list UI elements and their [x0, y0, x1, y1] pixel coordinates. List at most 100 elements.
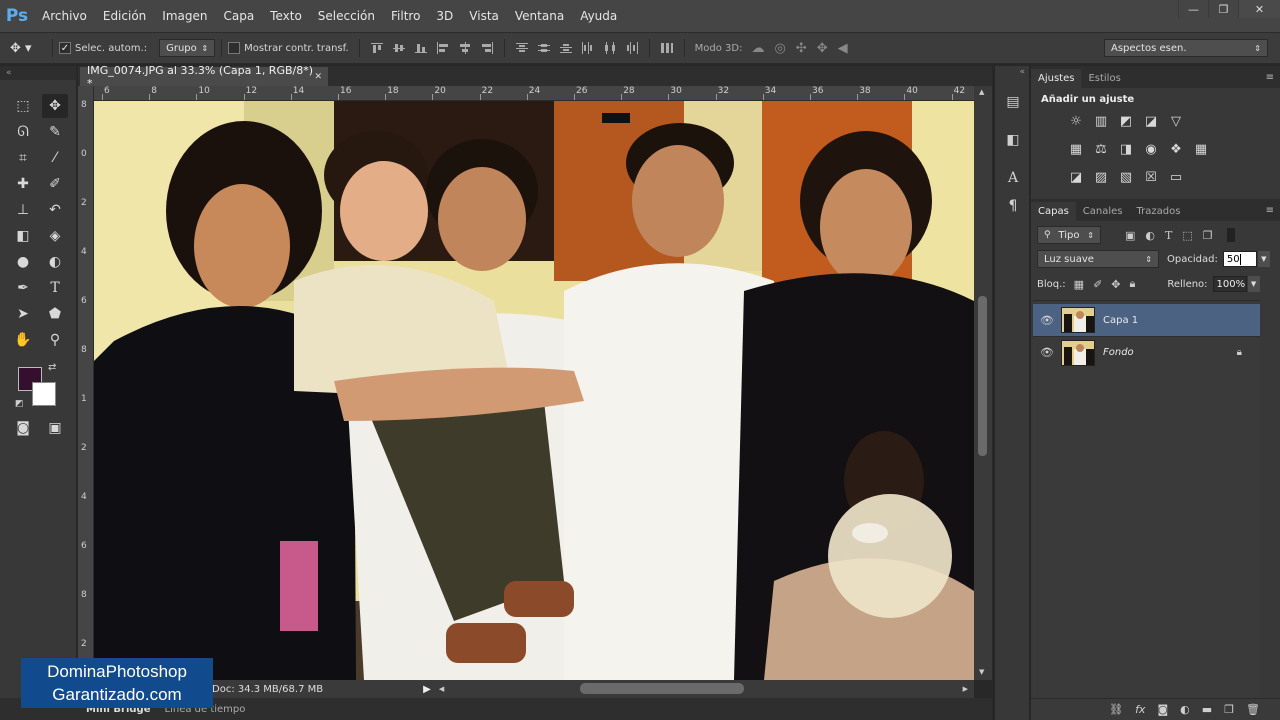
fill-input[interactable]: 100%	[1212, 276, 1247, 292]
exposure-icon[interactable]: ◪	[1141, 111, 1161, 131]
hand-tool-icon[interactable]: ✋	[10, 328, 36, 352]
brush-tool-icon[interactable]: ✐	[42, 172, 68, 196]
eraser-tool-icon[interactable]: ◧	[10, 224, 36, 248]
align-hcenter-icon[interactable]	[458, 42, 472, 54]
filter-toggle-icon[interactable]	[1226, 228, 1235, 242]
character-panel-icon[interactable]: A	[995, 164, 1031, 192]
align-vcenter-icon[interactable]	[392, 42, 406, 54]
dodge-tool-icon[interactable]: ◐	[42, 250, 68, 274]
healing-brush-tool-icon[interactable]: ✚	[10, 172, 36, 196]
filter-shape-icon[interactable]: ⬚	[1182, 229, 1192, 242]
eyedropper-tool-icon[interactable]: ⁄	[42, 146, 68, 170]
layer-row-fondo[interactable]: 👁︎ Fondo 🔒︎	[1033, 336, 1260, 368]
new-layer-icon[interactable]: ❐	[1224, 703, 1234, 716]
hue-saturation-icon[interactable]: ▦	[1066, 139, 1086, 159]
filter-adjustment-icon[interactable]: ◐	[1145, 229, 1155, 242]
menu-vista[interactable]: Vista	[461, 0, 507, 32]
tab-capas[interactable]: Capas	[1031, 202, 1076, 221]
clone-stamp-tool-icon[interactable]: ⊥	[10, 198, 36, 222]
scroll-down-icon[interactable]: ▼	[979, 668, 984, 676]
gradient-map-icon[interactable]: ▭	[1166, 167, 1186, 187]
posterize-icon[interactable]: ▨	[1091, 167, 1111, 187]
scroll-right-icon[interactable]: ▶	[963, 685, 968, 693]
default-colors-icon[interactable]: ◩	[15, 399, 24, 409]
channel-mixer-icon[interactable]: ❖	[1166, 139, 1186, 159]
toolbox-collapse-icon[interactable]: «	[0, 66, 76, 80]
distribute-left-icon[interactable]	[581, 42, 595, 54]
crop-tool-icon[interactable]: ⌗	[10, 146, 36, 170]
show-transform-checkbox[interactable]	[228, 42, 241, 54]
3d-roll-icon[interactable]: ◎	[774, 41, 785, 56]
layer-name[interactable]: Fondo	[1103, 347, 1134, 358]
auto-select-target-dropdown[interactable]: Grupo ⇕	[159, 39, 216, 57]
status-menu-icon[interactable]: ▶	[423, 684, 431, 695]
dock-collapse-icon[interactable]: «	[995, 66, 1029, 88]
3d-pan-icon[interactable]: ✣	[796, 41, 807, 56]
menu-archivo[interactable]: Archivo	[34, 0, 95, 32]
background-color-swatch[interactable]	[32, 382, 56, 406]
invert-icon[interactable]: ◪	[1066, 167, 1086, 187]
restore-button[interactable]: ❐	[1208, 0, 1238, 18]
pen-tool-icon[interactable]: ✒	[10, 276, 36, 300]
add-mask-icon[interactable]: ◙	[1157, 703, 1168, 716]
eye-icon[interactable]: 👁︎	[1033, 314, 1061, 327]
menu-seleccion[interactable]: Selección	[310, 0, 383, 32]
shape-tool-icon[interactable]: ⬟	[42, 302, 68, 326]
menu-filtro[interactable]: Filtro	[383, 0, 428, 32]
link-layers-icon[interactable]: ⛓	[1109, 703, 1123, 716]
3d-orbit-icon[interactable]: ☁	[751, 41, 764, 56]
document-tab[interactable]: IMG_0074.JPG al 33.3% (Capa 1, RGB/8*) *…	[80, 64, 328, 90]
distribute-hcenter-icon[interactable]	[603, 42, 617, 54]
quick-select-tool-icon[interactable]: ✎	[42, 120, 68, 144]
fill-dropdown-icon[interactable]: ▼	[1247, 276, 1260, 292]
lasso-tool-icon[interactable]: ᘏ	[10, 120, 36, 144]
lock-transparent-icon[interactable]: ▦	[1074, 278, 1084, 291]
selective-color-icon[interactable]: ☒	[1141, 167, 1161, 187]
align-top-icon[interactable]	[370, 42, 384, 54]
lock-pixels-icon[interactable]: ✐	[1093, 278, 1102, 291]
distribute-vcenter-icon[interactable]	[537, 42, 551, 54]
menu-texto[interactable]: Texto	[262, 0, 310, 32]
menu-ayuda[interactable]: Ayuda	[572, 0, 625, 32]
horizontal-scroll-thumb[interactable]	[580, 683, 744, 694]
blur-tool-icon[interactable]: ●	[10, 250, 36, 274]
move-tool-preset-icon[interactable]: ✥ ▾	[10, 41, 46, 56]
distribute-bottom-icon[interactable]	[559, 42, 573, 54]
swap-colors-icon[interactable]: ⇄	[48, 362, 56, 373]
distribute-right-icon[interactable]	[625, 42, 639, 54]
menu-imagen[interactable]: Imagen	[154, 0, 215, 32]
history-brush-tool-icon[interactable]: ↶	[42, 198, 68, 222]
menu-ventana[interactable]: Ventana	[507, 0, 572, 32]
move-tool-icon[interactable]: ✥	[42, 94, 68, 118]
scroll-up-icon[interactable]: ▲	[979, 88, 984, 96]
align-left-icon[interactable]	[436, 42, 450, 54]
path-select-tool-icon[interactable]: ➤	[10, 302, 36, 326]
layer-filter-dropdown[interactable]: ⚲ Tipo ⇕	[1037, 226, 1101, 244]
align-right-icon[interactable]	[480, 42, 494, 54]
levels-icon[interactable]: ▥	[1091, 111, 1111, 131]
photo-filter-icon[interactable]: ◉	[1141, 139, 1161, 159]
marquee-tool-icon[interactable]: ⬚	[10, 94, 36, 118]
eye-icon[interactable]: 👁︎	[1033, 346, 1061, 359]
menu-capa[interactable]: Capa	[215, 0, 262, 32]
panel-menu-icon[interactable]: ≡	[1266, 205, 1280, 221]
3d-scale-icon[interactable]: ◀	[838, 41, 848, 56]
opacity-input[interactable]: 50	[1222, 251, 1257, 267]
workspace-dropdown[interactable]: Aspectos esen. ⇕	[1104, 39, 1268, 57]
type-tool-icon[interactable]: T	[42, 276, 68, 300]
menu-3d[interactable]: 3D	[428, 0, 461, 32]
tab-estilos[interactable]: Estilos	[1081, 69, 1127, 88]
minimize-button[interactable]: —	[1178, 0, 1208, 18]
lock-all-icon[interactable]: 🔒︎	[1130, 277, 1136, 291]
new-adjustment-layer-icon[interactable]: ◐	[1180, 703, 1190, 716]
delete-layer-icon[interactable]: 🗑︎	[1246, 703, 1260, 716]
auto-align-icon[interactable]	[660, 42, 674, 54]
properties-panel-icon[interactable]: ◧	[995, 126, 1031, 154]
history-panel-icon[interactable]: ▤	[995, 88, 1031, 116]
filter-type-icon[interactable]: T	[1165, 229, 1172, 242]
panel-menu-icon[interactable]: ≡	[1266, 72, 1280, 88]
quick-mask-icon[interactable]: ◙	[10, 416, 36, 440]
filter-image-icon[interactable]: ▣	[1125, 229, 1135, 242]
zoom-tool-icon[interactable]: ⚲	[42, 328, 68, 352]
curves-icon[interactable]: ◩	[1116, 111, 1136, 131]
